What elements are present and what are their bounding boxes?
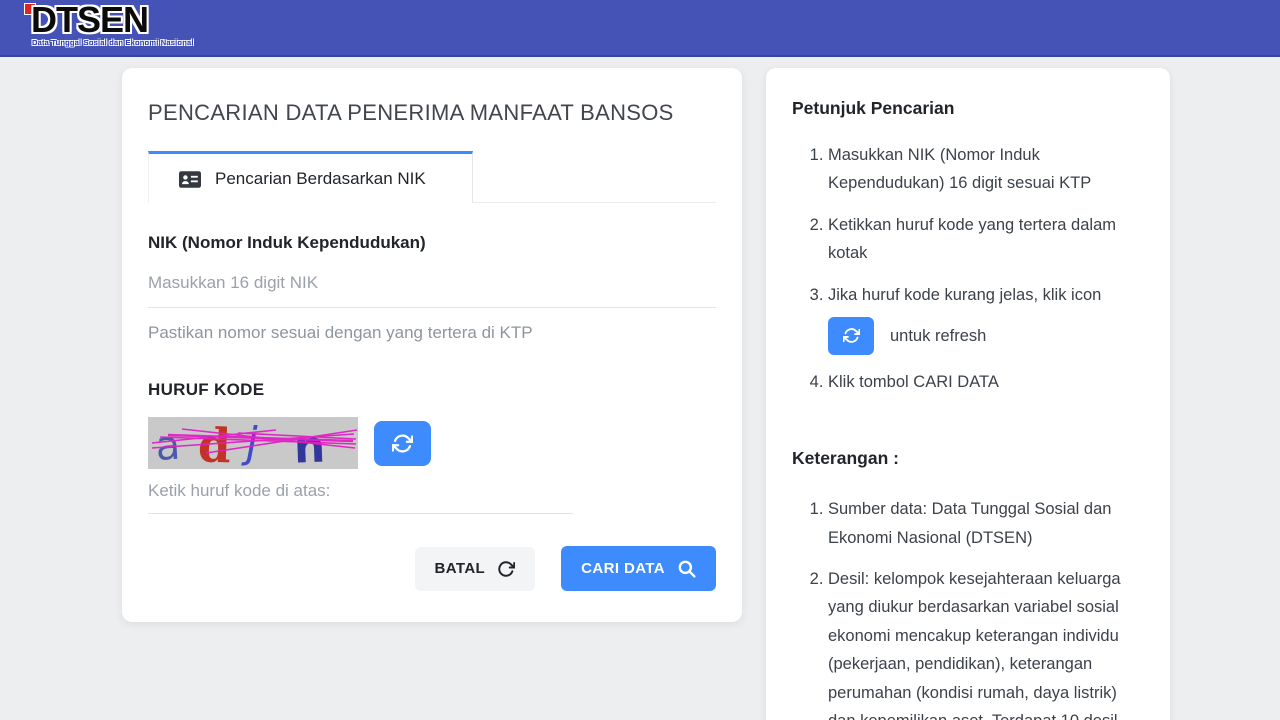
tab-pencarian-nik[interactable]: Pencarian Berdasarkan NIK <box>148 151 473 203</box>
search-button[interactable]: CARI DATA <box>561 546 716 591</box>
note-item-1: Sumber data: Data Tunggal Sosial dan Eko… <box>828 495 1144 552</box>
note-item-2: Desil: kelompok kesejahteraan keluarga y… <box>828 565 1144 720</box>
search-card: PENCARIAN DATA PENERIMA MANFAAT BANSOS P… <box>122 68 742 622</box>
instruction-step-3: Jika huruf kode kurang jelas, klik icon … <box>828 281 1144 355</box>
captcha-refresh-button[interactable] <box>374 421 431 466</box>
instructions-title: Petunjuk Pencarian <box>792 98 1144 119</box>
instructions-list: Masukkan NIK (Nomor Induk Kependudukan) … <box>792 141 1144 396</box>
instruction-refresh-button[interactable] <box>828 317 874 355</box>
notes-title: Keterangan : <box>792 448 1144 469</box>
form-footer: BATAL CARI DATA <box>148 546 716 591</box>
cancel-button-label: BATAL <box>435 560 486 577</box>
tab-bar: Pencarian Berdasarkan NIK <box>148 151 716 203</box>
captcha-label: HURUF KODE <box>148 380 716 400</box>
instruction-step-1: Masukkan NIK (Nomor Induk Kependudukan) … <box>828 141 1144 198</box>
instruction-refresh-row: untuk refresh <box>828 317 1144 355</box>
notes-list: Sumber data: Data Tunggal Sosial dan Eko… <box>792 495 1144 720</box>
refresh-icon <box>392 433 413 454</box>
search-button-label: CARI DATA <box>581 560 665 577</box>
instruction-step-3-text: Jika huruf kode kurang jelas, klik icon <box>828 286 1101 304</box>
search-icon <box>677 559 696 578</box>
cancel-button[interactable]: BATAL <box>415 547 536 591</box>
refresh-icon <box>843 327 860 344</box>
app-header: DTSEN Data Tunggal Sosial dan Ekonomi Na… <box>0 0 1280 57</box>
id-card-icon <box>179 171 201 188</box>
tab-label: Pencarian Berdasarkan NIK <box>215 169 426 189</box>
dtsen-logo: DTSEN Data Tunggal Sosial dan Ekonomi Na… <box>24 0 184 55</box>
svg-text:n: n <box>293 422 326 469</box>
nik-helper-text: Pastikan nomor sesuai dengan yang terter… <box>148 323 716 343</box>
nik-input[interactable] <box>148 253 716 308</box>
logo-text: DTSEN <box>31 0 148 41</box>
nik-label: NIK (Nomor Induk Kependudukan) <box>148 233 716 253</box>
instruction-step-3-suffix: untuk refresh <box>890 322 986 350</box>
instruction-step-4: Klik tombol CARI DATA <box>828 368 1144 396</box>
captcha-image: a d j n <box>148 417 358 469</box>
instruction-step-2: Ketikkan huruf kode yang tertera dalam k… <box>828 211 1144 268</box>
captcha-row: a d j n <box>148 417 716 469</box>
logo-tagline: Data Tunggal Sosial dan Ekonomi Nasional <box>32 38 192 47</box>
page-title: PENCARIAN DATA PENERIMA MANFAAT BANSOS <box>148 100 716 126</box>
rotate-cw-icon <box>497 560 515 578</box>
captcha-input[interactable] <box>148 469 573 514</box>
help-card: Petunjuk Pencarian Masukkan NIK (Nomor I… <box>766 68 1170 720</box>
